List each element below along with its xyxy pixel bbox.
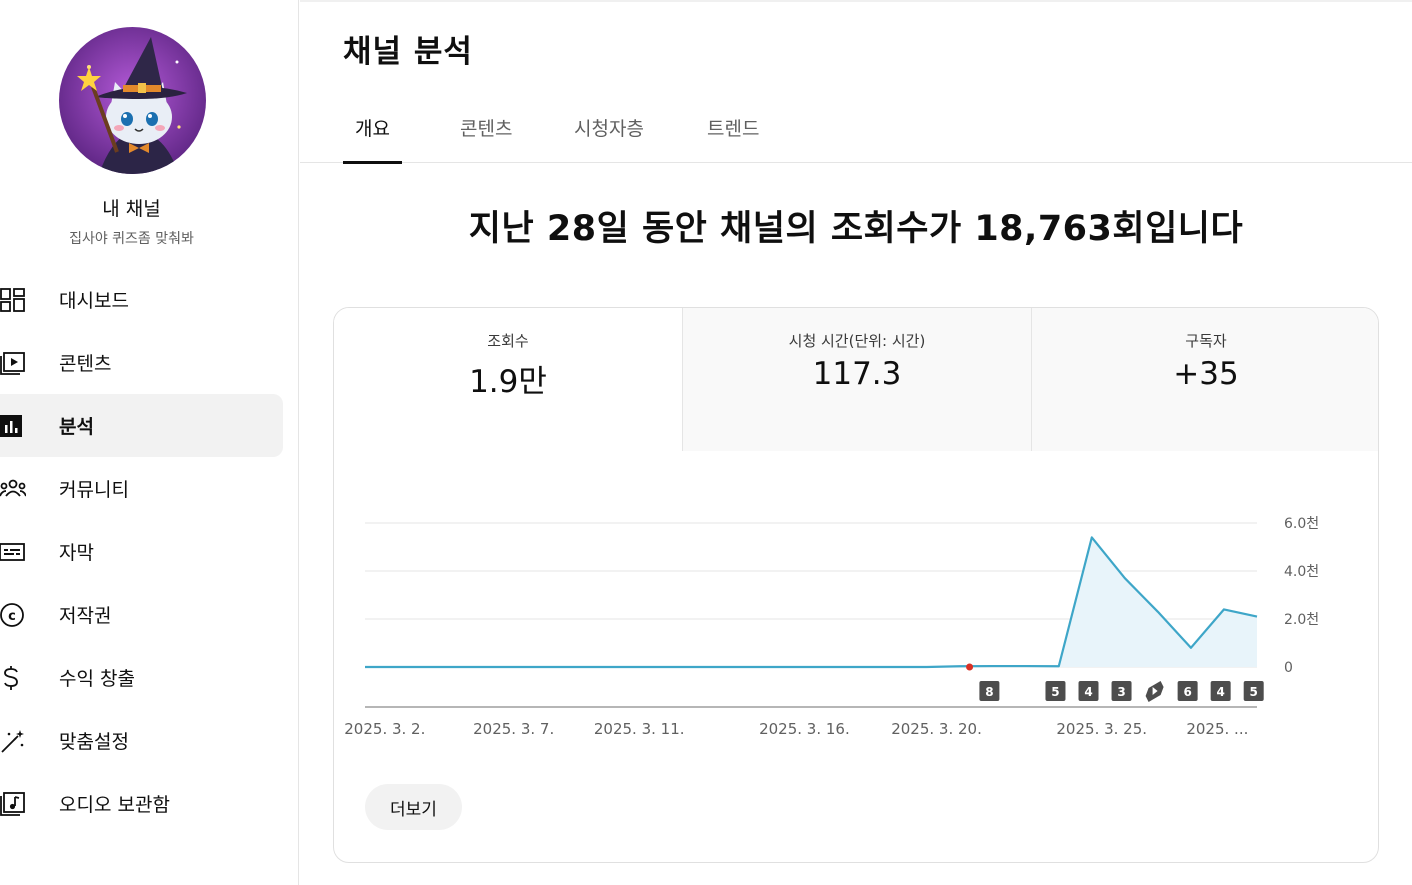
tab-bar: 개요 콘텐츠 시청자층 트렌드 (300, 96, 1412, 164)
tab-trends[interactable]: 트렌드 (707, 114, 759, 163)
metric-watch-time[interactable]: 시청 시간(단위: 시간) 117.3 (682, 308, 1031, 451)
x-tick-label: 2025. 3. 11. (594, 720, 685, 738)
top-divider (300, 0, 1412, 2)
sidebar-item-subtitles[interactable]: 자막 (0, 520, 283, 583)
y-tick-label: 4.0천 (1284, 564, 1319, 580)
sidebar-item-copyright[interactable]: c 저작권 (0, 583, 283, 646)
upload-badge (1145, 681, 1164, 702)
sidebar-item-dashboard[interactable]: 대시보드 (0, 268, 283, 331)
main-content: 채널 분석 개요 콘텐츠 시청자층 트렌드 지난 28일 동안 채널의 조회수가… (300, 0, 1412, 885)
badge-label: 5 (1051, 685, 1059, 699)
sidebar-item-label: 오디오 보관함 (59, 794, 170, 816)
metric-value: 1.9만 (469, 364, 547, 400)
upload-badge: 6 (1177, 681, 1198, 701)
metric-value: +35 (1173, 356, 1239, 392)
sidebar-item-label: 자막 (59, 542, 94, 564)
sidebar-item-analytics[interactable]: 분석 (0, 394, 283, 457)
customization-icon (0, 728, 26, 754)
upload-badge: 5 (1045, 681, 1066, 701)
dashboard-icon (0, 287, 26, 313)
sidebar-item-label: 콘텐츠 (59, 353, 112, 375)
metric-label: 구독자 (1185, 332, 1227, 350)
sidebar-item-community[interactable]: 커뮤니티 (0, 457, 283, 520)
sidebar-item-label: 수익 창출 (59, 668, 135, 690)
community-icon (0, 476, 26, 502)
metric-value: 117.3 (812, 356, 902, 392)
more-button[interactable]: 더보기 (365, 784, 462, 830)
sidebar-item-label: 커뮤니티 (59, 479, 129, 501)
sidebar-item-label: 대시보드 (59, 290, 129, 312)
avatar[interactable] (59, 27, 206, 174)
tab-audience[interactable]: 시청자층 (574, 114, 644, 163)
upload-badge: 4 (1078, 681, 1099, 701)
sidebar-item-label: 분석 (59, 416, 94, 438)
badge-label: 6 (1183, 685, 1191, 699)
tab-content[interactable]: 콘텐츠 (460, 114, 512, 163)
metric-tabs: 조회수 1.9만 시청 시간(단위: 시간) 117.3 구독자 +35 (334, 308, 1378, 451)
overview-card: 조회수 1.9만 시청 시간(단위: 시간) 117.3 구독자 +35 0 2.… (333, 307, 1379, 863)
sidebar-item-label: 맞춤설정 (59, 731, 129, 753)
metric-label: 조회수 (487, 332, 529, 350)
event-marker (966, 663, 974, 671)
upload-badge: 8 (979, 681, 1000, 701)
sidebar-nav: 대시보드 콘텐츠 분석 커뮤니티 자막 c 저작권 수익 창출 맞춤설정 오디오… (0, 268, 299, 835)
channel-name: 내 채널 (102, 198, 161, 220)
sidebar-item-label: 저작권 (59, 605, 112, 627)
metric-views[interactable]: 조회수 1.9만 (334, 308, 682, 451)
audio-library-icon (0, 791, 26, 817)
sidebar-item-customization[interactable]: 맞춤설정 (0, 709, 283, 772)
badge-label: 8 (985, 685, 993, 699)
x-tick-label: 2025. ... (1186, 720, 1248, 738)
sidebar-item-monetization[interactable]: 수익 창출 (0, 646, 283, 709)
upload-badge: 5 (1243, 681, 1264, 701)
badge-label: 3 (1117, 685, 1125, 699)
x-tick-label: 2025. 3. 7. (473, 720, 554, 738)
badge-label: 4 (1216, 685, 1224, 699)
monetization-icon (0, 665, 26, 691)
badge-label: 4 (1084, 685, 1092, 699)
subtitles-icon (0, 539, 26, 565)
y-tick-label: 2.0천 (1284, 612, 1319, 628)
channel-handle: 집사야 퀴즈좀 맞춰봐 (69, 231, 194, 247)
sidebar: 내 채널 집사야 퀴즈좀 맞춰봐 대시보드 콘텐츠 분석 커뮤니티 자막 c 저… (0, 0, 299, 885)
metric-label: 시청 시간(단위: 시간) (788, 332, 926, 350)
analytics-icon (0, 413, 26, 439)
badge-label: 5 (1250, 685, 1258, 699)
sidebar-item-content[interactable]: 콘텐츠 (0, 331, 283, 394)
summary-headline: 지난 28일 동안 채널의 조회수가 18,763회입니다 (468, 209, 1244, 249)
content-icon (0, 350, 26, 376)
x-tick-label: 2025. 3. 20. (891, 720, 982, 738)
svg-text:c: c (8, 609, 16, 624)
metric-subscribers[interactable]: 구독자 +35 (1031, 308, 1378, 451)
x-tick-label: 2025. 3. 25. (1056, 720, 1147, 738)
page-title: 채널 분석 (343, 34, 473, 70)
x-tick-label: 2025. 3. 16. (759, 720, 850, 738)
sidebar-item-audio-library[interactable]: 오디오 보관함 (0, 772, 283, 835)
x-tick-label: 2025. 3. 2. (344, 720, 425, 738)
copyright-icon: c (0, 602, 26, 628)
views-chart[interactable]: 0 2.0천 4.0천 6.0천 8 5 4 3 6 4 5 2025. 3. 2. 2025. 3. … (334, 451, 1379, 781)
tab-overview[interactable]: 개요 (343, 114, 402, 164)
upload-badge: 4 (1210, 681, 1231, 701)
y-tick-label: 0 (1284, 660, 1293, 676)
y-tick-label: 6.0천 (1284, 516, 1319, 532)
avatar-image (59, 27, 206, 174)
series-area (365, 537, 1257, 667)
upload-badge: 3 (1111, 681, 1132, 701)
